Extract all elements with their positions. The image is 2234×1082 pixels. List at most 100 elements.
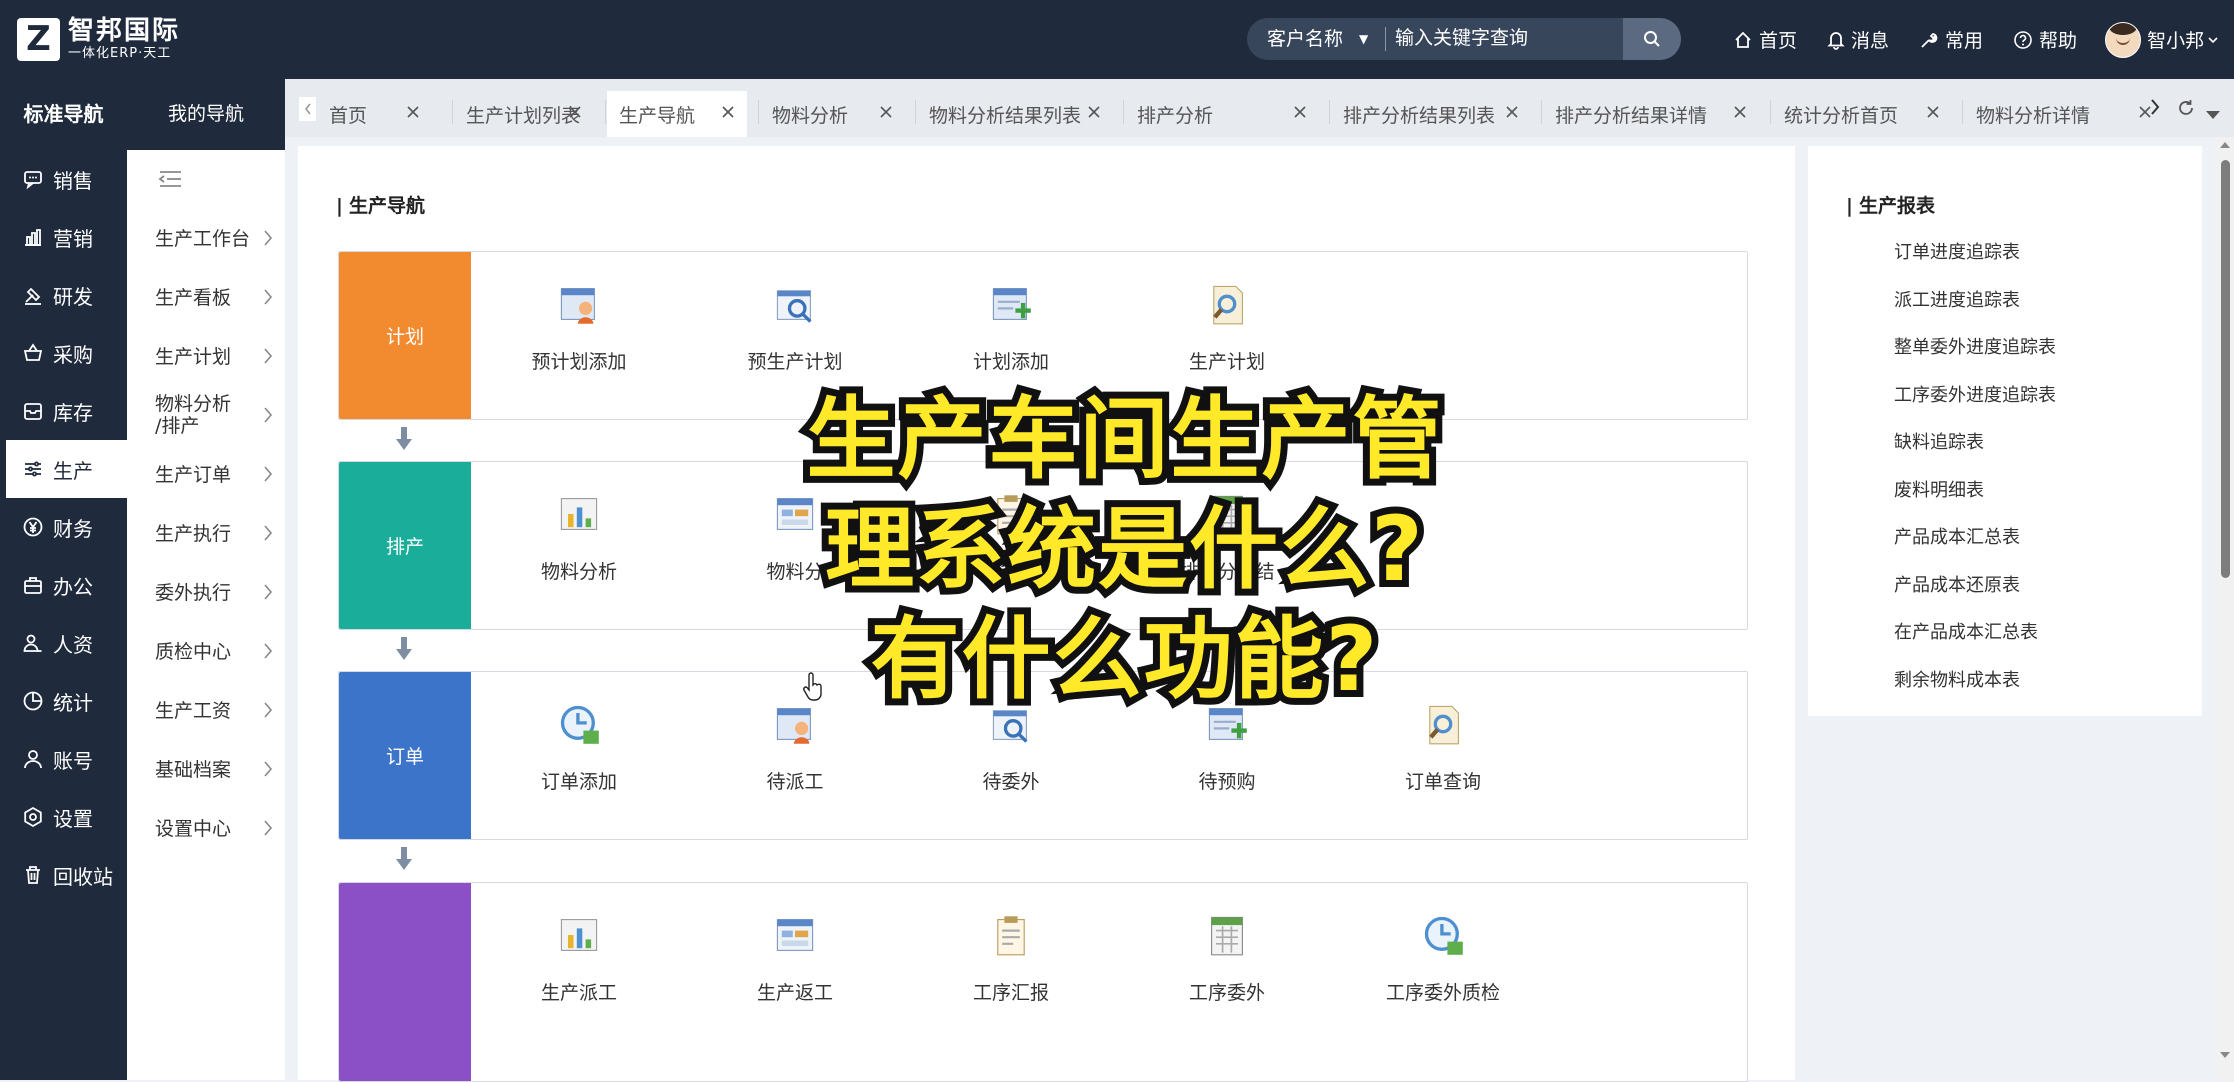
tab[interactable]: 生产导航 <box>607 91 747 137</box>
primary-nav-item[interactable]: 办公 <box>0 556 127 614</box>
primary-nav-item[interactable]: 研发 <box>0 266 127 324</box>
tab[interactable]: 物料分析 <box>760 91 905 137</box>
nav-shortcut[interactable]: 物料分析 <box>479 462 679 629</box>
close-icon[interactable] <box>721 105 735 119</box>
primary-nav-item[interactable]: 回收站 <box>0 846 127 904</box>
report-link[interactable]: 产品成本还原表 <box>1894 571 2056 619</box>
shortcut-label: 订单添加 <box>540 771 617 793</box>
my-nav-tab[interactable]: 我的导航 <box>127 79 285 150</box>
tab[interactable]: 排产分析结果列表 <box>1331 91 1531 137</box>
scroll-down-icon[interactable] <box>2219 1050 2231 1060</box>
nav-shortcut[interactable]: 生产派工 <box>479 883 679 1081</box>
tab-scroll-right[interactable] <box>2149 97 2161 121</box>
top-link-home[interactable]: 首页 <box>1733 26 1797 53</box>
caret-down-icon[interactable]: ▼ <box>1359 18 1368 60</box>
close-icon[interactable] <box>406 105 420 119</box>
secondary-nav-item[interactable]: 生产工资 <box>127 680 285 739</box>
primary-nav-item[interactable]: 库存 <box>0 382 127 440</box>
report-link[interactable]: 产品成本汇总表 <box>1894 523 2056 571</box>
logo[interactable]: Z 智邦国际 一体化ERP·天工 <box>17 16 180 62</box>
nav-shortcut[interactable]: 工序委外质检 <box>1343 883 1543 1081</box>
secondary-nav-item[interactable]: 质检中心 <box>127 621 285 680</box>
primary-nav-item[interactable]: 设置 <box>0 788 127 846</box>
tab[interactable]: 首页 <box>317 91 432 137</box>
top-link-common[interactable]: 常用 <box>1919 26 1983 53</box>
scrollbar-thumb[interactable] <box>2221 160 2230 578</box>
report-link[interactable]: 订单进度追踪表 <box>1894 238 2056 286</box>
stage-block[interactable]: 排产 <box>339 462 471 629</box>
close-icon[interactable] <box>1733 105 1747 119</box>
scroll-up-icon[interactable] <box>2219 140 2231 150</box>
primary-nav-item[interactable]: 统计 <box>0 672 127 730</box>
close-icon[interactable] <box>1293 105 1307 119</box>
secondary-nav-item[interactable]: 委外执行 <box>127 562 285 621</box>
report-link[interactable]: 剩余物料成本表 <box>1894 666 2056 714</box>
close-icon[interactable] <box>879 105 893 119</box>
primary-nav-label: 销售 <box>53 168 93 193</box>
secondary-nav-item[interactable]: 生产订单 <box>127 444 285 503</box>
nav-shortcut[interactable]: 工序委外 <box>1127 883 1327 1081</box>
production-icon <box>25 461 41 477</box>
primary-nav-item[interactable]: 财务 <box>0 498 127 556</box>
primary-nav-item[interactable]: 账号 <box>0 730 127 788</box>
secondary-nav-item[interactable]: 物料分析 /排产 <box>127 385 285 444</box>
tab[interactable]: 物料分析详情 <box>1964 91 2164 137</box>
tab[interactable]: 物料分析结果列表 <box>917 91 1113 137</box>
nav-shortcut[interactable]: 订单添加 <box>479 672 679 839</box>
close-icon[interactable] <box>1087 105 1101 119</box>
report-link[interactable]: 废料明细表 <box>1894 476 2056 524</box>
standard-nav-tab[interactable]: 标准导航 <box>0 79 127 150</box>
tab[interactable]: 生产计划列表 <box>454 91 594 137</box>
secondary-nav-item[interactable]: 生产计划 <box>127 326 285 385</box>
report-link[interactable]: 缺料追踪表 <box>1894 428 2056 476</box>
help-icon <box>2014 30 2032 49</box>
primary-nav-item[interactable]: 营销 <box>0 208 127 266</box>
user-menu[interactable]: 智小邦 <box>2105 21 2219 58</box>
tab-menu-button[interactable] <box>2205 105 2221 124</box>
search-field-select[interactable]: 客户名称 <box>1267 18 1343 60</box>
tab[interactable]: 排产分析结果详情 <box>1543 91 1759 137</box>
caption-line-3: 有什么功能? <box>864 600 1385 718</box>
collapse-nav-button[interactable] <box>127 150 285 208</box>
primary-nav-item[interactable]: 采购 <box>0 324 127 382</box>
close-icon[interactable] <box>1926 105 1940 119</box>
primary-nav-item[interactable]: 人资 <box>0 614 127 672</box>
settings-icon <box>24 806 42 828</box>
stage-block[interactable]: 订单 <box>339 672 471 839</box>
primary-nav-item[interactable]: 销售 <box>0 150 127 208</box>
shortcut-label: 物料分析 <box>540 561 617 583</box>
report-link[interactable]: 工序委外进度追踪表 <box>1894 381 2056 429</box>
secondary-nav-item[interactable]: 生产工作台 <box>127 208 285 267</box>
search-button[interactable] <box>1623 18 1681 60</box>
primary-nav-item[interactable]: 生产 <box>6 440 127 498</box>
refresh-button[interactable] <box>2176 98 2196 122</box>
caret-down-icon <box>2206 111 2220 119</box>
inventory-icon <box>24 403 42 420</box>
stage-block[interactable]: 计划 <box>339 252 471 419</box>
top-link-help[interactable]: 帮助 <box>2013 26 2077 53</box>
report-link[interactable]: 在产品成本汇总表 <box>1894 618 2056 666</box>
secondary-nav-item[interactable]: 设置中心 <box>127 798 285 857</box>
tab[interactable]: 排产分析 <box>1125 91 1319 137</box>
tab-scroll-left[interactable] <box>299 97 316 121</box>
report-link[interactable]: 派工进度追踪表 <box>1894 286 2056 334</box>
top-link-messages[interactable]: 消息 <box>1827 26 1889 53</box>
report-panel-title: 生产报表 <box>1846 191 1935 218</box>
secondary-nav-item[interactable]: 基础档案 <box>127 739 285 798</box>
nav-shortcut[interactable]: 生产返工 <box>695 883 895 1081</box>
close-icon[interactable] <box>1505 105 1519 119</box>
stage-block[interactable] <box>339 883 471 1081</box>
secondary-nav-item[interactable]: 生产执行 <box>127 503 285 562</box>
chevron-right-icon <box>2151 99 2160 115</box>
shortcut-icon <box>1213 285 1243 325</box>
nav-shortcut[interactable]: 预计划添加 <box>479 252 679 419</box>
close-icon[interactable] <box>568 105 582 119</box>
nav-shortcut[interactable]: 工序汇报 <box>911 883 1111 1081</box>
shortcut-icon <box>776 290 812 323</box>
report-link[interactable]: 整单委外进度追踪表 <box>1894 333 2056 381</box>
tab[interactable]: 统计分析首页 <box>1772 91 1952 137</box>
tab-bar: 首页 生产计划列表 生产导航 物料分析 物料分析结果列表 排产分析 排产分析结果… <box>285 79 2234 137</box>
secondary-nav-item[interactable]: 生产看板 <box>127 267 285 326</box>
top-bar: Z 智邦国际 一体化ERP·天工 客户名称 ▼ 首页 消息 常用 帮助 <box>0 0 2234 79</box>
shortcut-icon <box>560 288 595 324</box>
